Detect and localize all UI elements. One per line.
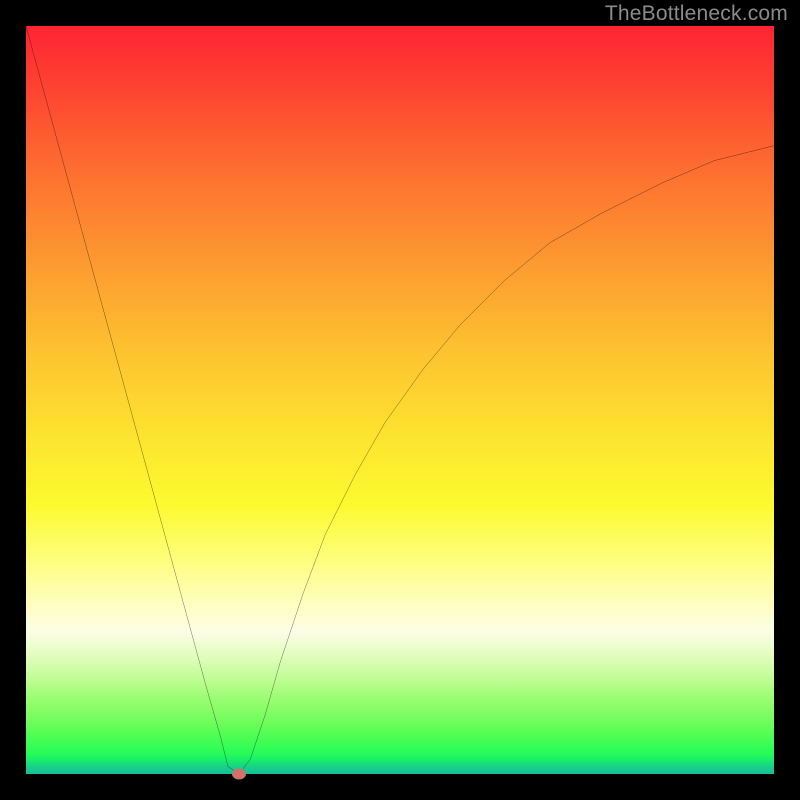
bottleneck-curve bbox=[26, 26, 774, 774]
curve-path bbox=[26, 26, 774, 774]
watermark-text: TheBottleneck.com bbox=[605, 2, 788, 26]
plot-area bbox=[26, 26, 774, 774]
sweet-spot-marker bbox=[232, 769, 246, 780]
chart-frame: TheBottleneck.com bbox=[0, 0, 800, 800]
